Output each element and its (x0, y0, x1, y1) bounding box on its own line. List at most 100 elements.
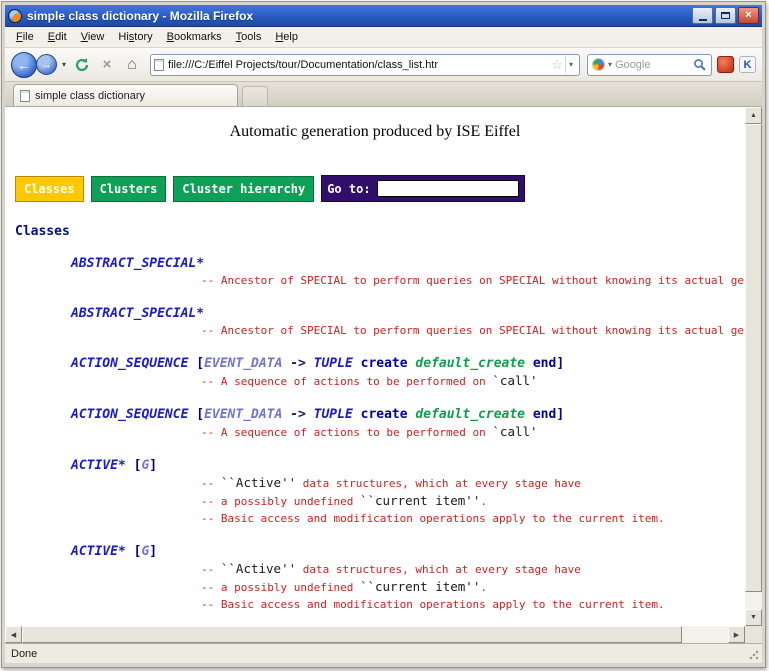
tab-simple-class-dictionary[interactable]: simple class dictionary (13, 84, 238, 106)
class-comment-line: -- ``Active'' data structures, which at … (71, 561, 745, 578)
title-bar[interactable]: simple class dictionary - Mozilla Firefo… (5, 5, 762, 27)
search-input[interactable]: Google (615, 59, 693, 71)
window-title: simple class dictionary - Mozilla Firefo… (27, 9, 692, 23)
history-dropdown[interactable]: ▾ (60, 60, 68, 69)
page-nav-buttons: Classes Clusters Cluster hierarchy Go to… (15, 175, 745, 202)
page-icon (154, 59, 164, 71)
class-name-link[interactable]: ABSTRACT_SPECIAL* (71, 256, 204, 271)
menu-file[interactable]: File (9, 28, 41, 46)
search-icon[interactable] (693, 58, 707, 72)
minimize-icon (699, 19, 707, 21)
class-signature: ABSTRACT_SPECIAL* (71, 255, 745, 272)
bookmark-star-icon[interactable]: ☆ (551, 57, 563, 73)
resize-grip[interactable] (749, 650, 759, 660)
class-comment-line: -- Ancestor of SPECIAL to perform querie… (71, 273, 745, 289)
scroll-up-button[interactable]: ▲ (745, 107, 762, 124)
tab-label: simple class dictionary (35, 90, 145, 102)
maximize-icon (721, 12, 730, 19)
token-comment: -- (201, 563, 221, 576)
class-comment-line: -- a possibly undefined ``current item''… (71, 493, 745, 510)
stop-button[interactable]: × (96, 54, 118, 76)
scroll-right-button[interactable]: ▶ (728, 626, 745, 643)
scroll-down-button[interactable]: ▼ (745, 609, 762, 626)
status-text: Done (11, 648, 37, 660)
search-engine-dropdown[interactable]: ▾ (605, 60, 615, 69)
search-bar[interactable]: ▾ Google (587, 54, 712, 76)
back-button[interactable]: ← (11, 52, 37, 78)
token-keyword: create (361, 407, 408, 422)
token-comment: -- A sequence of actions to be performed… (201, 375, 492, 388)
address-dropdown[interactable]: ▾ (565, 56, 576, 73)
goto-input[interactable] (377, 180, 519, 197)
token-comment: -- a possibly undefined (201, 495, 360, 508)
horizontal-scroll-thumb[interactable] (22, 626, 682, 643)
forward-button[interactable]: → (36, 54, 57, 75)
class-comment-line: -- A sequence of actions to be performed… (71, 373, 745, 390)
home-button[interactable]: ⌂ (121, 54, 143, 76)
vertical-scroll-thumb[interactable] (745, 124, 762, 592)
tab-stub[interactable] (242, 86, 268, 106)
tab-bar: simple class dictionary (5, 82, 762, 107)
class-comment-line: -- ``Active'' data structures, which at … (71, 475, 745, 492)
scroll-left-button[interactable]: ◀ (5, 626, 22, 643)
token-generic: EVENT_DATA (204, 407, 282, 422)
token-comment: -- (201, 477, 221, 490)
class-name-link[interactable]: ACTION_SEQUENCE (71, 356, 196, 371)
class-name-link[interactable]: TUPLE (314, 407, 353, 422)
token-comment: -- Ancestor of SPECIAL to perform querie… (201, 274, 745, 287)
google-icon (592, 58, 605, 71)
token-code: `call' (492, 373, 537, 388)
navigation-toolbar: ← → ▾ × ⌂ file:///C:/Eiffel Projects/tou… (5, 48, 762, 82)
classes-button[interactable]: Classes (15, 176, 84, 202)
menu-edit[interactable]: Edit (41, 28, 74, 46)
class-name-link[interactable]: ACTIVE* (71, 544, 134, 559)
class-name-link[interactable]: ABSTRACT_SPECIAL* (71, 306, 204, 321)
close-button[interactable]: × (738, 7, 759, 24)
class-name-link[interactable]: ACTION_SEQUENCE (71, 407, 196, 422)
menu-help[interactable]: Help (268, 28, 305, 46)
window-controls: × (692, 7, 759, 24)
reload-button[interactable] (71, 54, 93, 76)
browser-viewport: Automatic generation produced by ISE Eif… (5, 107, 762, 643)
token-feature: default_create (415, 356, 525, 371)
class-signature: ABSTRACT_SPECIAL* (71, 305, 745, 322)
class-entry: ABSTRACT_SPECIAL* -- Ancestor of SPECIAL … (71, 305, 745, 339)
address-url[interactable]: file:///C:/Eiffel Projects/tour/Document… (168, 59, 549, 71)
goto-label: Go to: (327, 182, 370, 196)
class-signature: ACTIVE* [G] (71, 457, 745, 474)
vertical-scrollbar[interactable]: ▲ ▼ (745, 107, 762, 626)
token-bracket: ] (149, 544, 157, 559)
token-keyword: end (533, 407, 556, 422)
token-code: ``Active'' (221, 475, 296, 490)
token-code: ``current item'' (360, 493, 480, 508)
class-comment-line: -- Ancestor of SPECIAL to perform querie… (71, 323, 745, 339)
maximize-button[interactable] (715, 7, 736, 24)
token-comment: -- A sequence of actions to be performed… (201, 426, 492, 439)
token-arrow: -> (282, 356, 313, 371)
token-feature: default_create (415, 407, 525, 422)
class-signature: ACTION_SEQUENCE [EVENT_DATA -> TUPLE cre… (71, 355, 745, 372)
class-comment-line: -- Basic access and modification operati… (71, 511, 745, 527)
token-generic: EVENT_DATA (204, 356, 282, 371)
menu-bookmarks[interactable]: Bookmarks (160, 28, 229, 46)
cluster-hierarchy-button[interactable]: Cluster hierarchy (173, 176, 314, 202)
address-bar[interactable]: file:///C:/Eiffel Projects/tour/Document… (150, 54, 580, 76)
clusters-button[interactable]: Clusters (91, 176, 167, 202)
extension-icon-red[interactable] (717, 56, 734, 73)
extension-icon-k[interactable]: K (739, 56, 756, 73)
class-name-link[interactable]: ACTIVE* (71, 458, 134, 473)
horizontal-scrollbar[interactable]: ◀ ▶ (5, 626, 745, 643)
token-code: ``Active'' (221, 561, 296, 576)
menu-history[interactable]: History (111, 28, 159, 46)
token-plain (525, 407, 533, 422)
class-comment-line: -- a possibly undefined ``current item''… (71, 579, 745, 596)
forward-arrow-icon: → (41, 59, 52, 71)
class-name-link[interactable]: TUPLE (314, 356, 353, 371)
token-comment: data structures, which at every stage ha… (296, 477, 581, 490)
menu-view[interactable]: View (74, 28, 112, 46)
menu-tools[interactable]: Tools (229, 28, 269, 46)
class-signature: ACTIVE* [G] (71, 543, 745, 560)
token-comment: data structures, which at every stage ha… (296, 563, 581, 576)
minimize-button[interactable] (692, 7, 713, 24)
token-plain (353, 356, 361, 371)
